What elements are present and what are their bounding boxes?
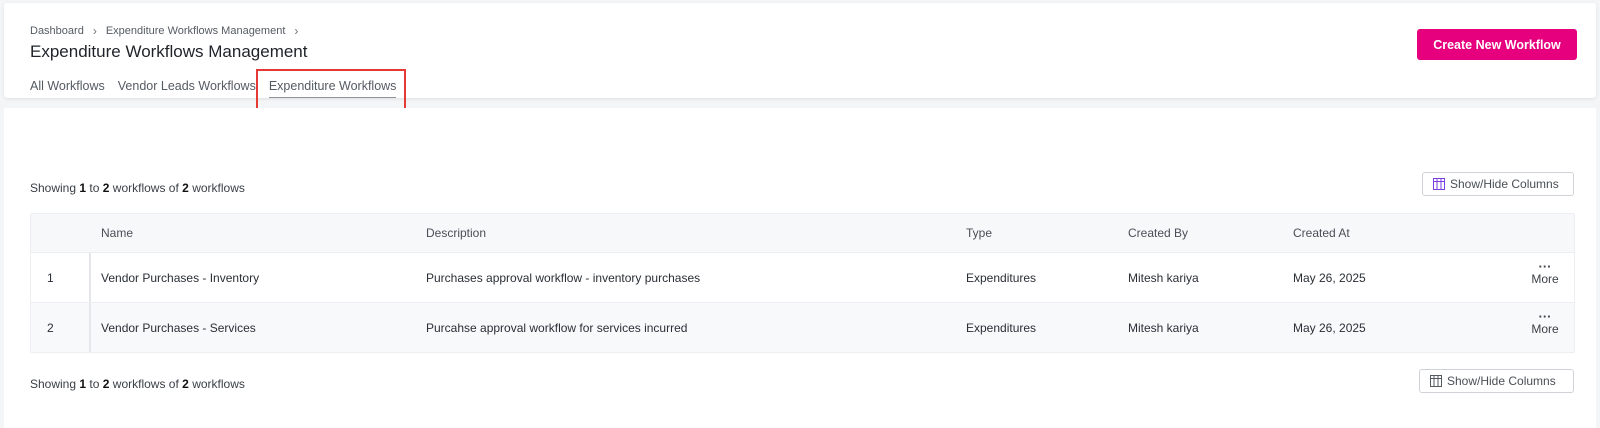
create-new-workflow-button[interactable]: Create New Workflow xyxy=(1417,29,1577,60)
grid-columns-icon xyxy=(1430,375,1442,387)
chevron-right-icon: › xyxy=(92,24,97,38)
more-dots-icon: ··· xyxy=(1538,259,1552,274)
results-summary-bottom: Showing 1 to 2 workflows of 2 workflows xyxy=(30,377,245,391)
workflows-table: Name Description Type Created By Created… xyxy=(30,213,1575,353)
tab-all-workflows[interactable]: All Workflows xyxy=(30,79,105,93)
page-header: Dashboard › Expenditure Workflows Manage… xyxy=(4,3,1596,98)
column-header-description[interactable]: Description xyxy=(426,226,486,240)
workflow-created-at: May 26, 2025 xyxy=(1293,320,1366,335)
results-summary-top: Showing 1 to 2 workflows of 2 workflows xyxy=(30,181,245,195)
column-header-name[interactable]: Name xyxy=(101,226,133,240)
column-header-type[interactable]: Type xyxy=(966,226,992,240)
workflows-panel: Showing 1 to 2 workflows of 2 workflows … xyxy=(4,108,1596,428)
grid-columns-icon xyxy=(1433,178,1445,190)
workflow-created-at: May 26, 2025 xyxy=(1293,270,1366,285)
breadcrumb-item-dashboard[interactable]: Dashboard xyxy=(30,25,84,37)
workflow-created-by: Mitesh kariya xyxy=(1128,320,1199,335)
breadcrumb: Dashboard › Expenditure Workflows Manage… xyxy=(30,24,307,38)
column-divider xyxy=(89,303,91,352)
workflow-name[interactable]: Vendor Purchases - Inventory xyxy=(101,271,259,285)
workflow-tabs: All Workflows Vendor Leads Workflows Exp… xyxy=(30,79,409,98)
workflow-name[interactable]: Vendor Purchases - Services xyxy=(101,321,256,335)
workflow-description: Purcahse approval workflow for services … xyxy=(426,320,688,335)
tab-expenditure-workflows[interactable]: Expenditure Workflows xyxy=(268,79,396,98)
table-header: Name Description Type Created By Created… xyxy=(31,214,1574,252)
tab-vendor-leads-workflows[interactable]: Vendor Leads Workflows xyxy=(118,79,256,93)
column-header-created-by[interactable]: Created By xyxy=(1128,226,1188,240)
more-actions-button[interactable]: ··· More xyxy=(1530,309,1560,336)
row-index: 1 xyxy=(47,270,54,285)
table-row[interactable]: 2 Vendor Purchases - Services Purcahse a… xyxy=(31,302,1574,352)
page-title: Expenditure Workflows Management xyxy=(30,42,308,61)
show-hide-columns-button[interactable]: Show/Hide Columns xyxy=(1422,172,1574,196)
workflow-type: Expenditures xyxy=(966,320,1037,335)
column-divider xyxy=(89,253,91,302)
workflow-type: Expenditures xyxy=(966,270,1037,285)
chevron-right-icon: › xyxy=(294,24,299,38)
column-header-created-at[interactable]: Created At xyxy=(1293,226,1350,240)
table-row[interactable]: 1 Vendor Purchases - Inventory Purchases… xyxy=(31,252,1574,302)
workflow-description: Purchases approval workflow - inventory … xyxy=(426,270,701,285)
workflow-created-by: Mitesh kariya xyxy=(1128,270,1199,285)
more-actions-button[interactable]: ··· More xyxy=(1530,259,1560,286)
breadcrumb-item-current[interactable]: Expenditure Workflows Management xyxy=(106,25,286,37)
row-index: 2 xyxy=(47,320,54,335)
show-hide-columns-button[interactable]: Show/Hide Columns xyxy=(1419,369,1574,393)
more-dots-icon: ··· xyxy=(1538,309,1552,324)
